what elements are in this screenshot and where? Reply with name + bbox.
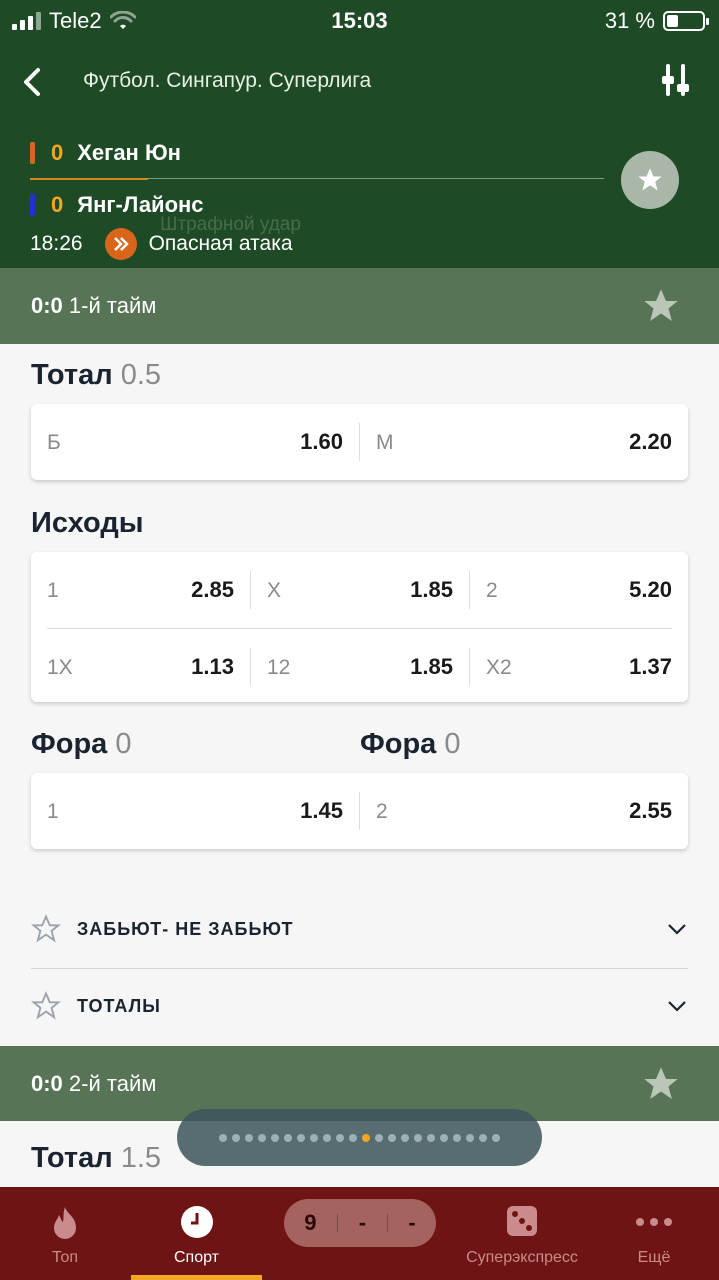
match-event: Опасная атака: [148, 232, 293, 255]
team-home-name: Хеган Юн: [77, 140, 181, 165]
accordion-totals[interactable]: ТОТАЛЫ: [31, 969, 688, 1045]
total-title: Тотал 0.5: [31, 359, 162, 391]
star-icon[interactable]: [641, 1064, 681, 1104]
coupon-button[interactable]: 9--: [284, 1199, 436, 1247]
live-info: 18:26 Опасная атака: [30, 228, 293, 260]
team-home-score: 0: [51, 140, 64, 165]
period-1-label: 0:0 1-й тайм: [31, 293, 156, 319]
handicap-card: 1 1.45 2 2.55: [31, 773, 688, 849]
match-time: 18:26: [30, 232, 83, 255]
nav-bar: Футбол. Сингапур. Суперлига: [0, 56, 719, 106]
period-1-header[interactable]: 0:0 1-й тайм: [0, 268, 719, 344]
more-icon: [636, 1218, 672, 1226]
outcomes-title: Исходы: [31, 507, 144, 539]
odds-over[interactable]: Б 1.60: [31, 404, 359, 480]
page-indicator[interactable]: [177, 1109, 542, 1166]
tab-more[interactable]: Ещё: [589, 1187, 719, 1280]
chevron-down-icon: [668, 924, 686, 935]
period-1-score: 0:0: [31, 293, 63, 318]
page-title: Футбол. Сингапур. Суперлига: [83, 69, 372, 92]
handicap-title-2: Фора 0: [360, 728, 461, 760]
tab-sport[interactable]: Спорт: [131, 1187, 262, 1280]
period-1-name: 1-й тайм: [68, 293, 157, 318]
markets-content: Тотал 0.5 Б 1.60 М 2.20 Исходы 1 2.85 X 1.85…: [0, 344, 719, 1046]
team-away-score: 0: [51, 192, 64, 217]
team-home-color: [30, 142, 35, 164]
accordion-label: ЗАБЬЮТ- НЕ ЗАБЬЮТ: [77, 919, 294, 939]
dice-icon: [507, 1206, 537, 1236]
battery-icon: [663, 11, 709, 31]
odds-x[interactable]: X 1.85: [251, 552, 469, 628]
total-2-title: Тотал 1.5: [31, 1142, 162, 1174]
attack-icon: [104, 228, 137, 260]
tab-bar: Топ Спорт 9-- Суперэкспресс Ещё: [0, 1187, 719, 1280]
chevron-down-icon: [668, 1001, 686, 1012]
odds-under[interactable]: М 2.20: [360, 404, 688, 480]
odds-1x[interactable]: 1X 1.13: [31, 629, 250, 705]
star-icon: [638, 168, 662, 191]
handicap-title-1: Фора 0: [31, 728, 132, 760]
accordion-score-no-score[interactable]: ЗАБЬЮТ- НЕ ЗАБЬЮТ: [31, 892, 688, 968]
team-home: 0 Хеган Юн: [30, 140, 181, 166]
battery-percent: 31 %: [604, 8, 655, 33]
odds-x2[interactable]: X2 1.37: [470, 629, 688, 705]
star-outline-icon[interactable]: [31, 914, 61, 944]
odds-handicap-1[interactable]: 1 1.45: [31, 773, 359, 849]
filter-icon[interactable]: [661, 62, 691, 98]
odds-12[interactable]: 12 1.85: [251, 629, 469, 705]
odds-handicap-2[interactable]: 2 2.55: [360, 773, 688, 849]
battery: 31 %: [604, 8, 709, 34]
teams-divider: [30, 178, 604, 180]
back-icon[interactable]: [18, 66, 48, 98]
tab-top[interactable]: Топ: [0, 1187, 130, 1280]
period-2-label: 0:0 2-й тайм: [31, 1071, 156, 1097]
fire-icon: [54, 1207, 76, 1239]
favorite-match-button[interactable]: [621, 151, 679, 209]
tab-superexpress[interactable]: Суперэкспресс: [458, 1187, 586, 1280]
period-2-score: 0:0: [31, 1071, 63, 1096]
outcomes-card: 1 2.85 X 1.85 2 5.20 1X 1.13 12 1.85 X2 1.37: [31, 552, 688, 702]
total-card: Б 1.60 М 2.20: [31, 404, 688, 480]
period-2-name: 2-й тайм: [68, 1071, 157, 1096]
odds-2[interactable]: 2 5.20: [470, 552, 688, 628]
star-outline-icon[interactable]: [31, 991, 61, 1021]
clock-icon: [180, 1206, 213, 1238]
match-header: Tele2 15:03 31 % Футбол. Сингапур. Супер…: [0, 0, 719, 268]
odds-1[interactable]: 1 2.85: [31, 552, 250, 628]
star-icon[interactable]: [641, 286, 681, 326]
status-bar: Tele2 15:03 31 %: [0, 0, 719, 40]
accordion-label: ТОТАЛЫ: [77, 996, 161, 1016]
team-away-color: [30, 194, 35, 216]
